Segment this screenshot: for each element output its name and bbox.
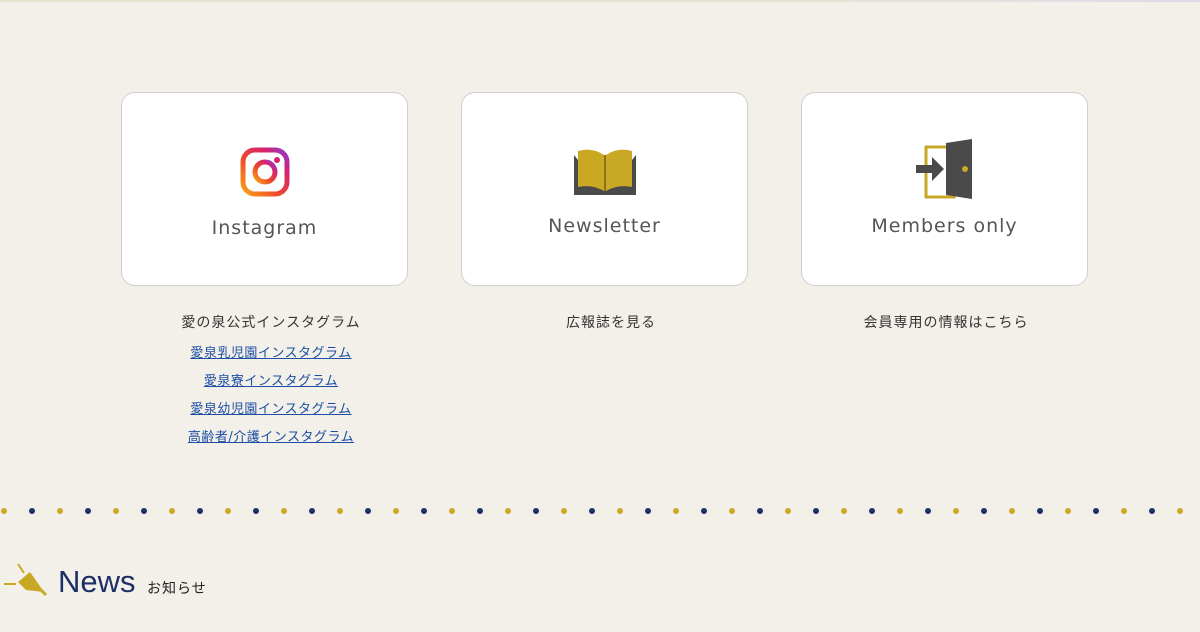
divider-dot	[757, 508, 763, 514]
door-enter-icon	[914, 139, 976, 205]
divider-dot	[393, 508, 399, 514]
megaphone-icon	[4, 562, 48, 604]
members-card-label: Members only	[871, 215, 1018, 237]
divider-dot	[785, 508, 791, 514]
divider-dot	[309, 508, 315, 514]
divider-dot	[169, 508, 175, 514]
divider-dot	[113, 508, 119, 514]
divider-dot	[197, 508, 203, 514]
divider-dot	[841, 508, 847, 514]
instagram-description: 愛の泉公式インスタグラム	[181, 315, 361, 331]
divider-dot	[1093, 508, 1099, 514]
newsletter-card-label: Newsletter	[548, 215, 661, 237]
divider-dot	[561, 508, 567, 514]
dotted-divider	[1, 508, 1183, 514]
divider-dot	[1037, 508, 1043, 514]
divider-dot	[225, 508, 231, 514]
divider-dot	[589, 508, 595, 514]
divider-dot	[869, 508, 875, 514]
divider-dot	[1149, 508, 1155, 514]
divider-dot	[1009, 508, 1015, 514]
divider-dot	[85, 508, 91, 514]
instagram-card[interactable]: Instagram	[121, 92, 408, 286]
instagram-icon	[240, 147, 290, 201]
divider-dot	[1121, 508, 1127, 514]
divider-dot	[477, 508, 483, 514]
divider-dot	[57, 508, 63, 514]
members-card[interactable]: Members only	[801, 92, 1088, 286]
divider-dot	[365, 508, 371, 514]
divider-dot	[617, 508, 623, 514]
top-border-line	[0, 0, 1200, 2]
divider-dot	[645, 508, 651, 514]
newsletter-card[interactable]: Newsletter	[461, 92, 748, 286]
divider-dot	[281, 508, 287, 514]
newsletter-description: 広報誌を見る	[566, 315, 656, 331]
instagram-link-elderly-care[interactable]: 高齢者/介護インスタグラム	[121, 424, 421, 452]
divider-dot	[897, 508, 903, 514]
instagram-links-list: 愛泉乳児園インスタグラム 愛泉寮インスタグラム 愛泉幼児園インスタグラム 高齢者…	[121, 340, 421, 452]
divider-dot	[505, 508, 511, 514]
divider-dot	[981, 508, 987, 514]
instagram-card-label: Instagram	[211, 217, 318, 239]
divider-dot	[337, 508, 343, 514]
divider-dot	[953, 508, 959, 514]
divider-dot	[141, 508, 147, 514]
divider-dot	[1, 508, 7, 514]
divider-dot	[925, 508, 931, 514]
divider-dot	[1177, 508, 1183, 514]
divider-dot	[29, 508, 35, 514]
divider-dot	[421, 508, 427, 514]
instagram-link-nyujien[interactable]: 愛泉乳児園インスタグラム	[121, 340, 421, 368]
divider-dot	[673, 508, 679, 514]
divider-dot	[533, 508, 539, 514]
divider-dot	[253, 508, 259, 514]
instagram-link-ryo[interactable]: 愛泉寮インスタグラム	[121, 368, 421, 396]
divider-dot	[1065, 508, 1071, 514]
divider-dot	[813, 508, 819, 514]
members-description: 会員専用の情報はこちら	[863, 315, 1029, 331]
news-subtitle: お知らせ	[147, 581, 207, 597]
divider-dot	[449, 508, 455, 514]
instagram-link-yojien[interactable]: 愛泉幼児園インスタグラム	[121, 396, 421, 424]
open-book-icon	[572, 147, 638, 201]
divider-dot	[701, 508, 707, 514]
divider-dot	[729, 508, 735, 514]
news-heading: News	[58, 564, 136, 599]
